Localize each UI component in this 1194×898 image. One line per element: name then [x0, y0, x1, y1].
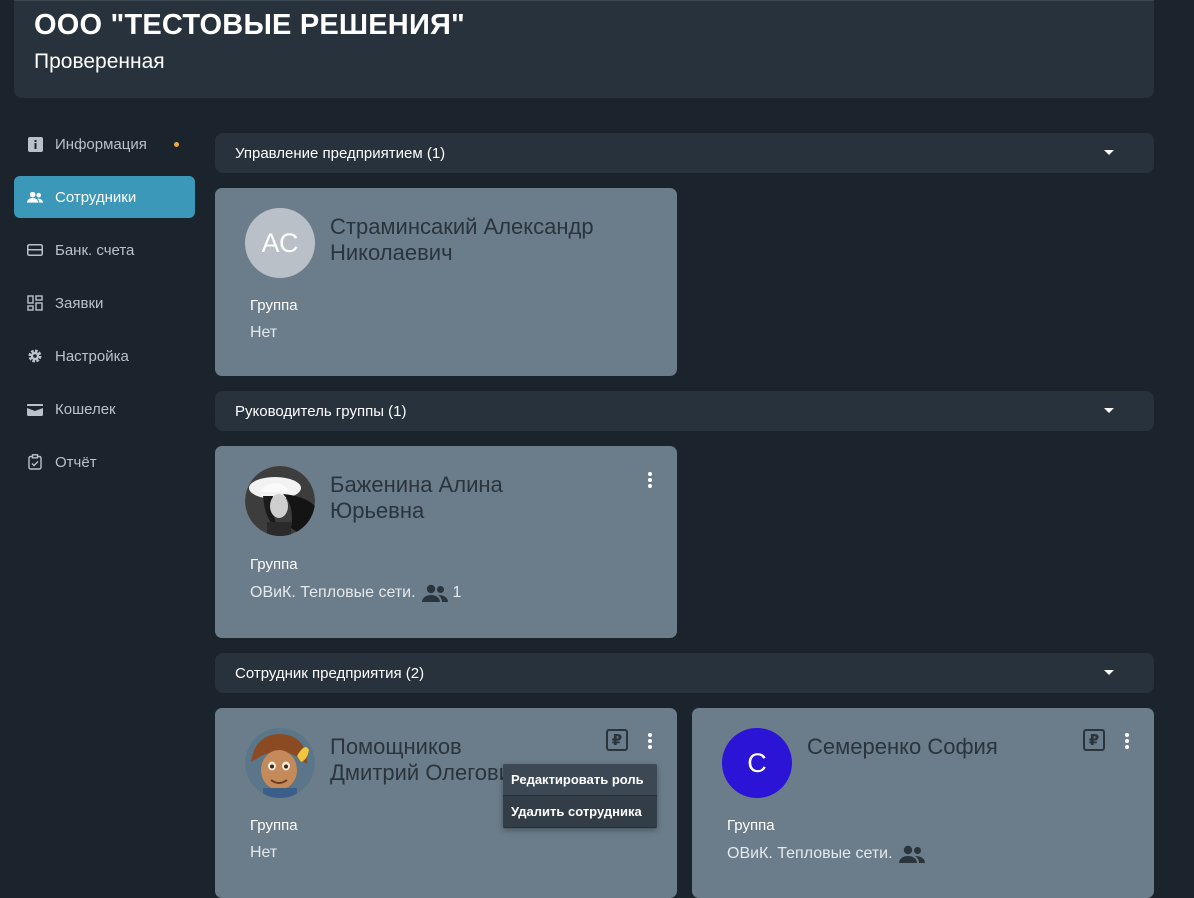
- photo-avatar-icon: [245, 466, 315, 536]
- avatar-initials: АС: [261, 227, 299, 258]
- card-icon: [27, 242, 43, 258]
- photo-avatar-icon: [245, 728, 315, 798]
- group-member-count: 1: [452, 584, 462, 601]
- more-options-icon[interactable]: [644, 470, 656, 490]
- section-enterprise-employee[interactable]: Сотрудник предприятия (2): [215, 653, 1154, 693]
- sidebar-item-employees[interactable]: Сотрудники: [14, 176, 195, 218]
- employee-card: Баженина Алина Юрьевна Группа ОВиК. Тепл…: [215, 446, 677, 638]
- company-status: Проверенная: [34, 50, 165, 73]
- sidebar-item-label: Банк. счета: [55, 241, 135, 259]
- gear-icon: [27, 348, 43, 364]
- section-management[interactable]: Управление предприятием (1): [215, 133, 1154, 173]
- employee-name: Страминсакий Александр Николаевич: [330, 214, 594, 265]
- avatar: АС: [245, 208, 315, 278]
- edit-role-menu-item[interactable]: Редактировать роль: [503, 764, 657, 796]
- users-icon: [421, 584, 448, 602]
- sidebar-item-wallet[interactable]: Кошелек: [14, 388, 195, 430]
- ruble-icon[interactable]: ₽: [606, 729, 628, 751]
- group-label: Группа: [250, 556, 298, 573]
- employee-card: АС Страминсакий Александр Николаевич Гру…: [215, 188, 677, 376]
- dashboard-icon: [27, 295, 43, 311]
- users-icon: [27, 189, 43, 205]
- group-value: ОВиК. Тепловые сети. 1: [250, 584, 462, 602]
- sidebar-item-settings[interactable]: Настройка: [14, 335, 195, 377]
- notification-dot: [174, 142, 179, 147]
- sidebar-item-label: Кошелек: [55, 400, 116, 418]
- sidebar-item-report[interactable]: Отчёт: [14, 441, 195, 483]
- ruble-icon[interactable]: ₽: [1083, 729, 1105, 751]
- avatar-initials: С: [747, 747, 767, 778]
- sidebar-item-bank-accounts[interactable]: Банк. счета: [14, 229, 195, 271]
- group-label: Группа: [727, 817, 775, 834]
- context-menu: Редактировать роль Удалить сотрудника: [503, 764, 657, 828]
- avatar: [245, 466, 315, 536]
- caret-down-icon[interactable]: [1104, 408, 1114, 413]
- group-label: Группа: [250, 817, 298, 834]
- employee-name: Семеренко София: [807, 734, 998, 759]
- more-options-icon[interactable]: [644, 731, 656, 751]
- sidebar-item-info[interactable]: Информация: [14, 123, 195, 165]
- sidebar-item-label: Заявки: [55, 294, 104, 312]
- avatar: С: [722, 728, 792, 798]
- section-title: Руководитель группы (1): [235, 402, 407, 420]
- sidebar-item-label: Настройка: [55, 347, 129, 365]
- sidebar-item-label: Информация: [55, 135, 147, 153]
- sidebar-item-requests[interactable]: Заявки: [14, 282, 195, 324]
- info-icon: [27, 136, 43, 152]
- sidebar-item-label: Сотрудники: [55, 188, 137, 206]
- wallet-icon: [27, 401, 43, 417]
- employee-name: Баженина Алина Юрьевна: [330, 472, 503, 523]
- group-value: Нет: [250, 844, 278, 861]
- users-icon: [898, 845, 925, 863]
- section-title: Сотрудник предприятия (2): [235, 664, 425, 682]
- caret-down-icon[interactable]: [1104, 670, 1114, 675]
- more-options-icon[interactable]: [1121, 731, 1133, 751]
- section-group-leader[interactable]: Руководитель группы (1): [215, 391, 1154, 431]
- group-value: ОВиК. Тепловые сети.: [727, 845, 925, 863]
- sidebar-item-label: Отчёт: [55, 453, 97, 471]
- company-header: ООО "ТЕСТОВЫЕ РЕШЕНИЯ" Проверенная: [14, 0, 1154, 98]
- delete-employee-menu-item[interactable]: Удалить сотрудника: [503, 796, 657, 828]
- group-value: Нет: [250, 324, 278, 341]
- section-title: Управление предприятием (1): [235, 144, 446, 162]
- avatar: [245, 728, 315, 798]
- clipboard-icon: [27, 454, 43, 470]
- sidebar: Информация Сотрудники Банк. счета Заявки…: [14, 123, 195, 494]
- employee-card: С Семеренко София ₽ Группа ОВиК. Тепловы…: [692, 708, 1154, 898]
- company-name: ООО "ТЕСТОВЫЕ РЕШЕНИЯ": [34, 9, 465, 41]
- group-label: Группа: [250, 297, 298, 314]
- caret-down-icon[interactable]: [1104, 150, 1114, 155]
